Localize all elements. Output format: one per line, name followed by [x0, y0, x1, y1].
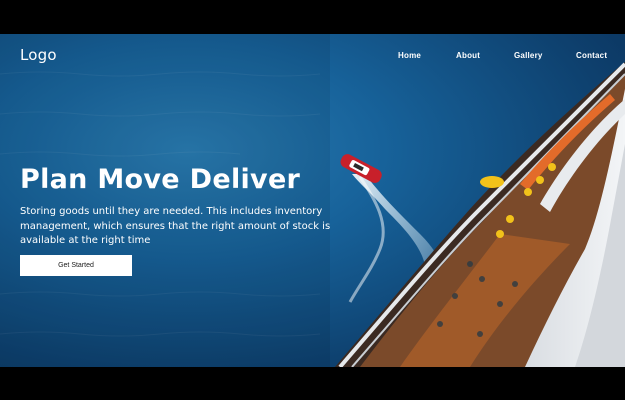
hero-headline: Plan Move Deliver — [20, 164, 301, 195]
hero-subtext: Storing goods until they are needed. Thi… — [20, 206, 331, 246]
nav-link-gallery[interactable]: Gallery — [514, 51, 543, 60]
letterbox-bottom — [0, 367, 625, 400]
letterbox-top — [0, 0, 625, 34]
hero-section — [0, 34, 625, 367]
hero-background-image — [0, 34, 625, 367]
nav-link-home[interactable]: Home — [398, 51, 421, 60]
get-started-button[interactable]: Get Started — [20, 255, 132, 276]
top-navigation: Logo Home About Gallery Contact — [0, 34, 625, 78]
nav-link-contact[interactable]: Contact — [576, 51, 607, 60]
nav-link-about[interactable]: About — [456, 51, 480, 60]
logo[interactable]: Logo — [20, 46, 57, 64]
